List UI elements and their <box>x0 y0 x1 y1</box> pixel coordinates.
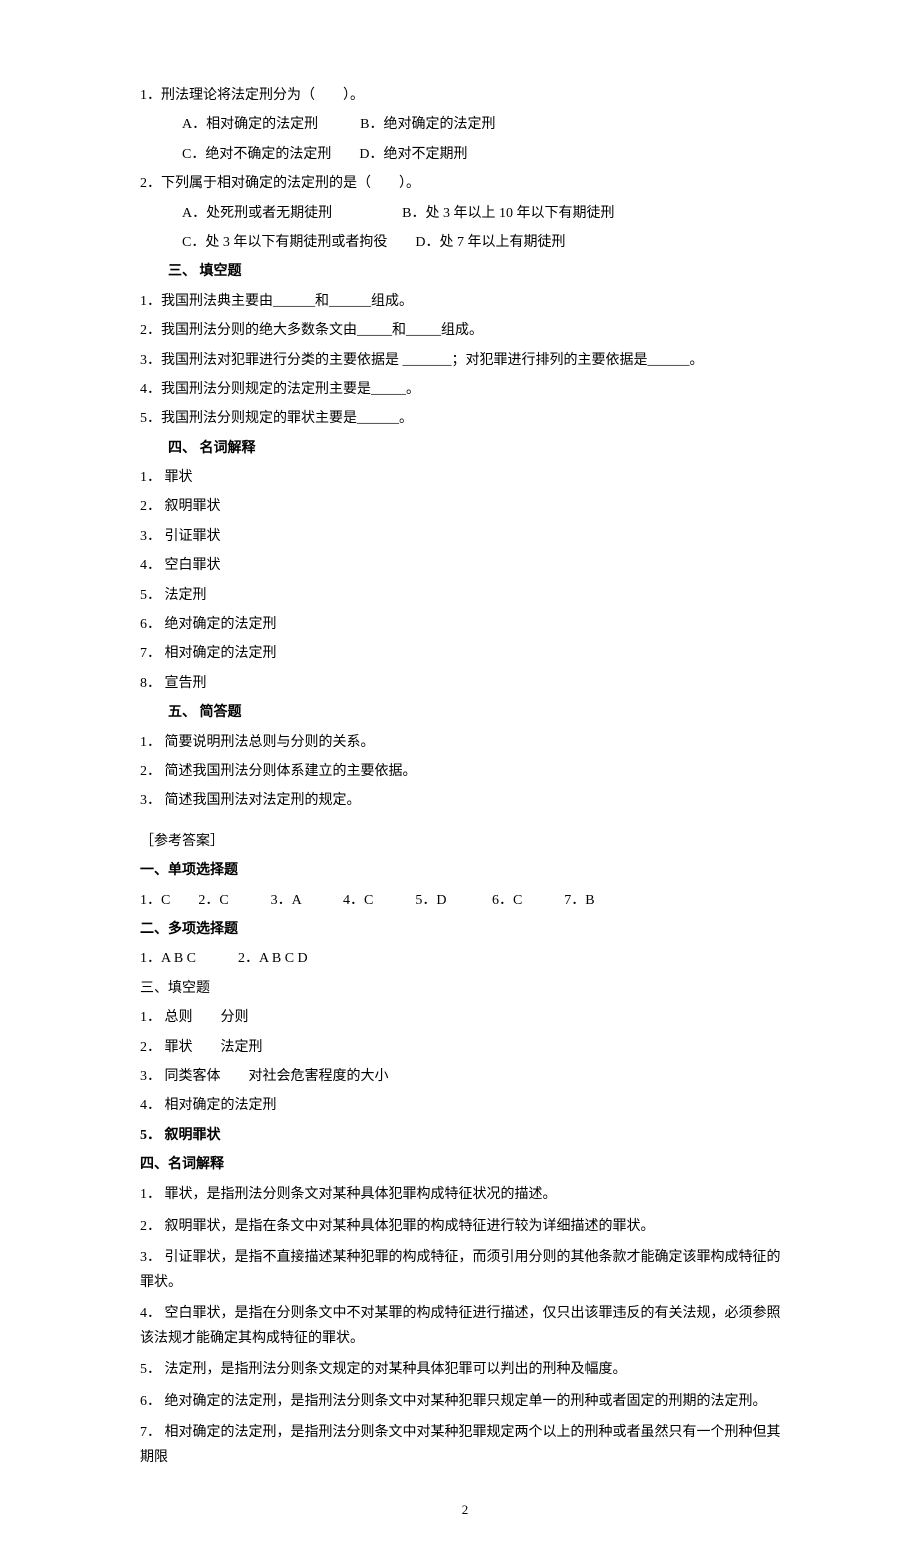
term-item: 6． 绝对确定的法定刑 <box>140 614 790 636</box>
section3-title: 三、 填空题 <box>140 261 790 283</box>
ans-fill-item: 5． 叙明罪状 <box>140 1125 790 1147</box>
term-item: 2． 叙明罪状 <box>140 496 790 518</box>
mcq1-opts-row2: C．绝对不确定的法定刑 D．绝对不定期刑 <box>140 144 790 166</box>
ans-sec3-title: 三、填空题 <box>140 978 790 1000</box>
section5-title: 五、 简答题 <box>140 702 790 724</box>
ans-sec1-line: 1．C 2．C 3．A 4．C 5．D 6．C 7．B <box>140 890 790 912</box>
shortans-item: 1． 简要说明刑法总则与分则的关系。 <box>140 732 790 754</box>
ans-fill-item: 1． 总则 分则 <box>140 1007 790 1029</box>
fill-item: 3．我国刑法对犯罪进行分类的主要依据是 _______；对犯罪进行排列的主要依据… <box>140 350 790 372</box>
ans-term-item: 2． 叙明罪状，是指在条文中对某种具体犯罪的构成特征进行较为详细描述的罪状。 <box>140 1215 790 1240</box>
term-item: 1． 罪状 <box>140 467 790 489</box>
fill-item: 2．我国刑法分则的绝大多数条文由_____和_____组成。 <box>140 320 790 342</box>
mcq1-stem: 1．刑法理论将法定刑分为（ ）。 <box>140 85 790 107</box>
fill-item: 1．我国刑法典主要由______和______组成。 <box>140 291 790 313</box>
ans-term-item: 6． 绝对确定的法定刑，是指刑法分则条文中对某种犯罪只规定单一的刑种或者固定的刑… <box>140 1390 790 1415</box>
ans-term-item: 1． 罪状，是指刑法分则条文对某种具体犯罪构成特征状况的描述。 <box>140 1183 790 1208</box>
fill-item: 5．我国刑法分则规定的罪状主要是______。 <box>140 408 790 430</box>
mcq2-stem: 2．下列属于相对确定的法定刑的是（ ）。 <box>140 173 790 195</box>
ans-term-item: 3． 引证罪状，是指不直接描述某种犯罪的构成特征，而须引用分则的其他条款才能确定… <box>140 1246 790 1295</box>
ans-term-item: 5． 法定刑，是指刑法分则条文规定的对某种具体犯罪可以判出的刑种及幅度。 <box>140 1358 790 1383</box>
ans-term-item: 4． 空白罪状，是指在分则条文中不对某罪的构成特征进行描述，仅只出该罪违反的有关… <box>140 1302 790 1351</box>
term-item: 8． 宣告刑 <box>140 673 790 695</box>
shortans-item: 2． 简述我国刑法分则体系建立的主要依据。 <box>140 761 790 783</box>
ans-term-item: 7． 相对确定的法定刑，是指刑法分则条文中对某种犯罪规定两个以上的刑种或者虽然只… <box>140 1421 790 1470</box>
term-item: 3． 引证罪状 <box>140 526 790 548</box>
mcq2-opts-row1: A．处死刑或者无期徒刑 B．处 3 年以上 10 年以下有期徒刑 <box>140 203 790 225</box>
ans-fill-item: 3． 同类客体 对社会危害程度的大小 <box>140 1066 790 1088</box>
fill-item: 4．我国刑法分则规定的法定刑主要是_____。 <box>140 379 790 401</box>
ans-sec2-line: 1．A B C 2．A B C D <box>140 948 790 970</box>
ans-fill-item: 4． 相对确定的法定刑 <box>140 1095 790 1117</box>
ans-sec2-title: 二、多项选择题 <box>140 919 790 941</box>
mcq1-opts-row1: A．相对确定的法定刑 B．绝对确定的法定刑 <box>140 114 790 136</box>
term-item: 4． 空白罪状 <box>140 555 790 577</box>
ans-sec4-title: 四、名词解释 <box>140 1154 790 1176</box>
section4-title: 四、 名词解释 <box>140 438 790 460</box>
ans-fill-item: 2． 罪状 法定刑 <box>140 1037 790 1059</box>
ans-sec1-title: 一、单项选择题 <box>140 860 790 882</box>
mcq2-opts-row2: C．处 3 年以下有期徒刑或者拘役 D．处 7 年以上有期徒刑 <box>140 232 790 254</box>
answers-header: ［参考答案］ <box>140 831 790 853</box>
page-number: 2 <box>140 1500 790 1521</box>
ans-term-item-text: 4． 空白罪状，是指在分则条文中不对某罪的构成特征进行描述，仅只出该罪违反的有关… <box>140 1306 781 1346</box>
term-item: 7． 相对确定的法定刑 <box>140 643 790 665</box>
shortans-item: 3． 简述我国刑法对法定刑的规定。 <box>140 790 790 812</box>
term-item: 5． 法定刑 <box>140 585 790 607</box>
